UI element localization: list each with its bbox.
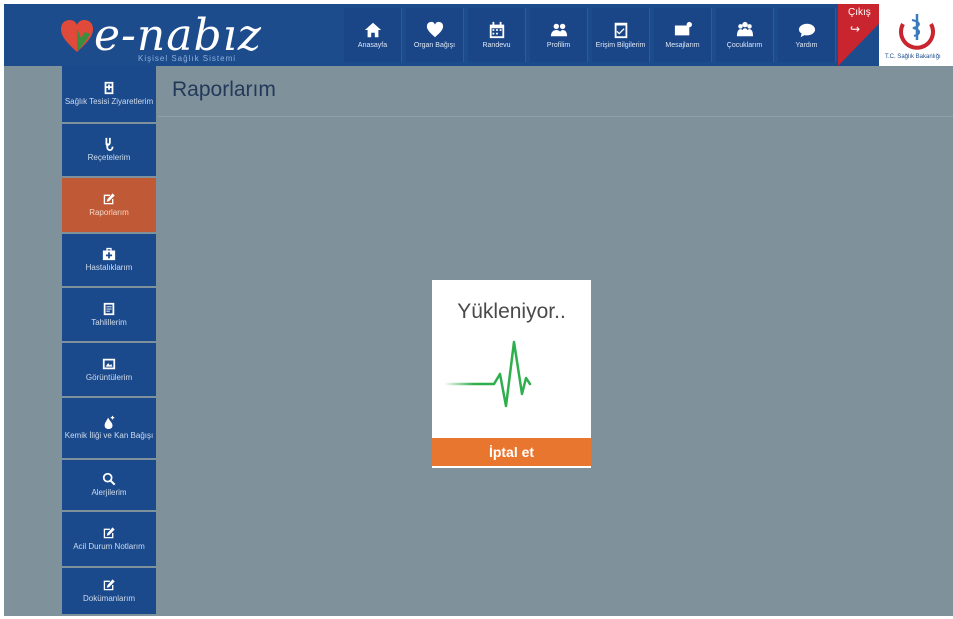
nav-item-organ-donation[interactable]: Organ Bağışı bbox=[406, 8, 464, 62]
nav-item-home[interactable]: Anasayfa bbox=[344, 8, 402, 62]
exit-label: Çıkış bbox=[848, 7, 871, 18]
nav-item-label: Yardım bbox=[795, 41, 818, 49]
envelope-icon bbox=[674, 21, 692, 35]
nav-item-appointment[interactable]: Randevu bbox=[468, 8, 526, 62]
sidebar-item-documents[interactable]: Dokümanlarım bbox=[62, 568, 156, 616]
heart-logo-icon bbox=[61, 20, 93, 52]
edit-icon bbox=[103, 579, 115, 591]
heartbeat-pulse-icon bbox=[442, 340, 532, 408]
nav-item-profile[interactable]: Profilim bbox=[530, 8, 588, 62]
sidebar-item-emergency-notes[interactable]: Acil Durum Notlarım bbox=[62, 512, 156, 568]
sidebar-item-label: Kemik İliği ve Kan Bağışı bbox=[64, 431, 154, 440]
nav-item-label: Anasayfa bbox=[357, 41, 388, 49]
sidebar-item-label: Reçetelerim bbox=[87, 153, 131, 162]
sign-out-icon: ↪ bbox=[850, 22, 861, 36]
sidebar-item-label: Dokümanlarım bbox=[82, 594, 135, 603]
sidebar-item-reports[interactable]: Raporlarım bbox=[62, 178, 156, 234]
top-navigation: Anasayfa Organ Bağışı Randevu Profilim E… bbox=[344, 8, 840, 62]
brand-prefix: e- bbox=[94, 10, 137, 61]
sidebar-item-diseases[interactable]: Hastalıklarım bbox=[62, 234, 156, 288]
brand-tagline: Kişisel Sağlık Sistemi bbox=[138, 54, 237, 63]
sidebar-item-label: Görüntülerim bbox=[85, 372, 133, 382]
edit-icon bbox=[103, 193, 115, 205]
ministry-emblem-icon bbox=[899, 14, 935, 50]
sidebar-item-tests[interactable]: Tahlillerim bbox=[62, 288, 156, 343]
sidebar-item-label: Acil Durum Notlarım bbox=[73, 542, 145, 551]
enabiz-logo[interactable]: e-nabız Kişisel Sağlık Sistemi bbox=[52, 8, 312, 64]
nav-item-messages[interactable]: Mesajlarım bbox=[654, 8, 712, 62]
loading-text: Yükleniyor.. bbox=[457, 300, 566, 323]
users-icon bbox=[550, 23, 567, 36]
heart-icon bbox=[426, 21, 443, 37]
medical-case-icon bbox=[102, 247, 116, 261]
sidebar-item-prescriptions[interactable]: Reçetelerim bbox=[62, 124, 156, 178]
app-window: e-nabız Kişisel Sağlık Sistemi Anasayfa … bbox=[4, 4, 953, 616]
home-icon bbox=[364, 22, 381, 37]
calendar-icon bbox=[489, 21, 504, 38]
ministry-logo: T.C. Sağlık Bakanlığı bbox=[879, 4, 953, 66]
edit-icon bbox=[103, 527, 115, 539]
nav-item-label: Mesajlarım bbox=[665, 41, 700, 49]
search-icon bbox=[102, 472, 116, 486]
family-icon bbox=[736, 21, 753, 36]
sidebar-item-facility-visits[interactable]: Sağlık Tesisi Ziyaretlerim bbox=[62, 66, 156, 124]
nav-item-label: Çocuklarım bbox=[726, 41, 763, 49]
sidebar: Sağlık Tesisi Ziyaretlerim Reçetelerim R… bbox=[62, 66, 156, 616]
sidebar-item-allergies[interactable]: Alerjilerim bbox=[62, 460, 156, 512]
nav-item-label: Organ Bağışı bbox=[413, 41, 456, 49]
page-title: Raporlarım bbox=[172, 78, 276, 101]
hospital-building-icon bbox=[104, 81, 114, 95]
nav-item-help[interactable]: Yardım bbox=[778, 8, 836, 62]
chat-bubble-icon bbox=[798, 23, 815, 37]
sidebar-item-label: Sağlık Tesisi Ziyaretlerim bbox=[64, 97, 154, 106]
ministry-label: T.C. Sağlık Bakanlığı bbox=[885, 54, 941, 60]
cancel-button[interactable]: İptal et bbox=[432, 438, 591, 466]
blood-drop-icon bbox=[104, 415, 115, 429]
nav-item-access-info[interactable]: Erişim Bilgilerim bbox=[592, 8, 650, 62]
sidebar-item-label: Hastalıklarım bbox=[85, 263, 133, 272]
pill-icon bbox=[105, 137, 114, 151]
sidebar-item-images[interactable]: Görüntülerim bbox=[62, 343, 156, 398]
sidebar-item-label: Alerjilerim bbox=[91, 488, 127, 497]
nav-item-label: Randevu bbox=[482, 41, 511, 49]
loading-dialog: Yükleniyor.. İptal et bbox=[432, 280, 591, 468]
top-header: e-nabız Kişisel Sağlık Sistemi Anasayfa … bbox=[4, 4, 953, 66]
sidebar-item-label: Tahlillerim bbox=[91, 317, 127, 327]
nav-item-label: Erişim Bilgilerim bbox=[595, 41, 646, 49]
document-icon bbox=[103, 302, 115, 315]
nav-item-label: Profilim bbox=[546, 41, 571, 49]
sidebar-item-marrow-blood-donation[interactable]: Kemik İliği ve Kan Bağışı bbox=[62, 398, 156, 460]
clipboard-icon bbox=[614, 22, 627, 38]
sidebar-item-label: Raporlarım bbox=[89, 208, 129, 217]
image-icon bbox=[102, 358, 116, 369]
title-divider bbox=[158, 116, 953, 117]
nav-item-children[interactable]: Çocuklarım bbox=[716, 8, 774, 62]
